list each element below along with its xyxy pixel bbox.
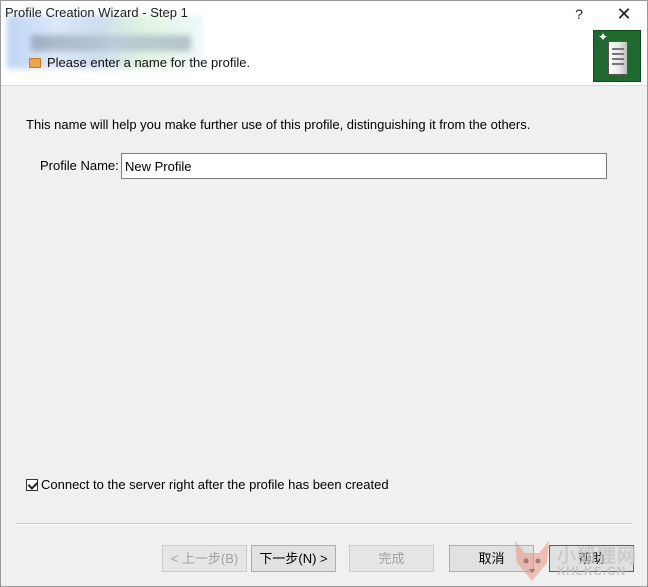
- redacted-area-text: [31, 35, 191, 51]
- next-button[interactable]: 下一步(N) >: [251, 545, 336, 572]
- wizard-window: Profile Creation Wizard - Step 1 ? ✕ Ple…: [0, 0, 648, 587]
- profile-name-input[interactable]: [121, 153, 607, 179]
- back-button[interactable]: < 上一步(B): [162, 545, 247, 572]
- server-wizard-icon: ✦: [593, 30, 641, 82]
- connect-checkbox[interactable]: [26, 478, 38, 491]
- description-text: This name will help you make further use…: [26, 117, 531, 132]
- close-button[interactable]: ✕: [609, 3, 639, 25]
- window-title: Profile Creation Wizard - Step 1: [5, 5, 188, 20]
- sparkle-icon: ✦: [598, 30, 609, 44]
- cancel-button[interactable]: 取消: [449, 545, 534, 572]
- footer-separator: [15, 523, 633, 525]
- profile-name-label: Profile Name:: [40, 158, 119, 173]
- title-help-button[interactable]: ?: [567, 3, 591, 25]
- wizard-header: Profile Creation Wizard - Step 1 ? ✕ Ple…: [1, 1, 647, 86]
- step-subtitle: Please enter a name for the profile.: [47, 55, 251, 70]
- help-button[interactable]: 帮助: [549, 545, 634, 572]
- step-icon: [29, 58, 41, 68]
- connect-checkbox-row[interactable]: Connect to the server right after the pr…: [26, 477, 389, 492]
- server-tower-icon: [608, 41, 628, 75]
- finish-button[interactable]: 完成: [349, 545, 434, 572]
- connect-checkbox-label: Connect to the server right after the pr…: [41, 477, 389, 492]
- close-icon: ✕: [616, 4, 632, 24]
